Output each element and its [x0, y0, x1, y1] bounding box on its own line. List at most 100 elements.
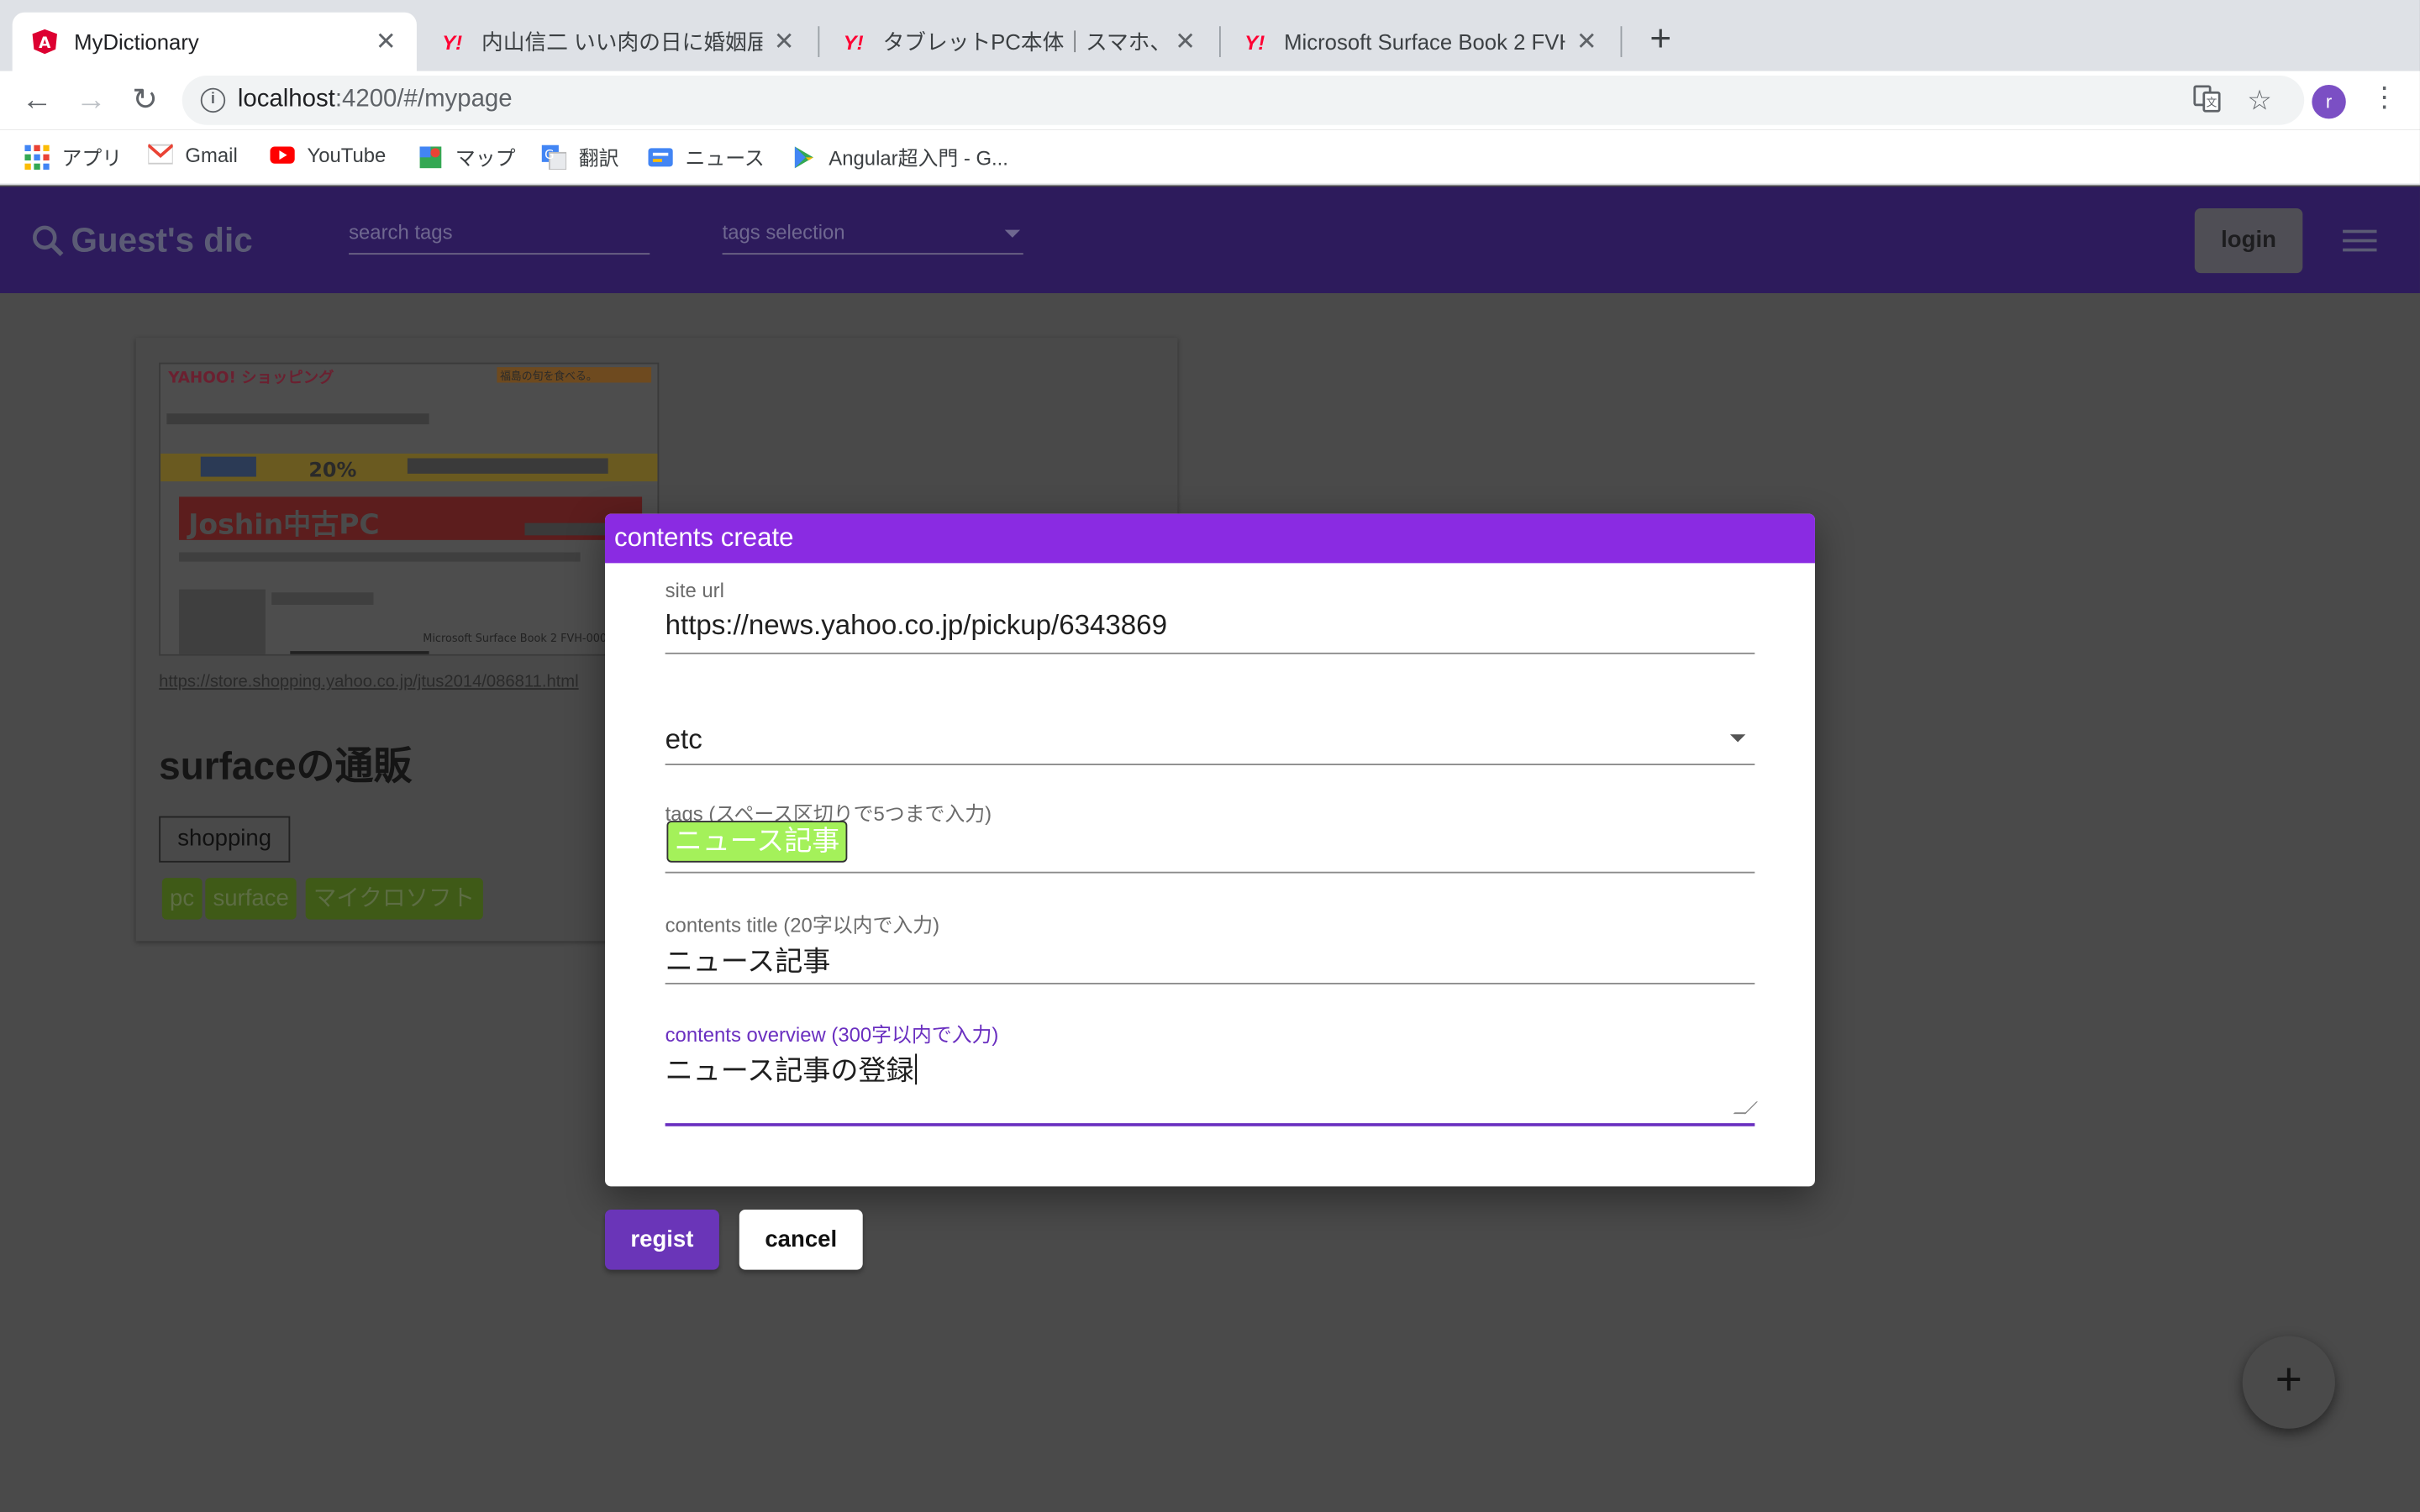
bookmark-star-icon[interactable]: ☆: [2247, 85, 2272, 118]
info-icon[interactable]: i: [200, 87, 226, 113]
browser-tab-2[interactable]: Y! 内山信二 いい肉の日に婚姻届 - Ya ✕: [420, 13, 815, 71]
profile-avatar[interactable]: r: [2312, 85, 2346, 119]
browser-tab-3[interactable]: Y! タブレットPC本体｜スマホ、タブ ✕: [821, 13, 1216, 71]
category-value: etc: [665, 723, 702, 755]
add-content-fab[interactable]: +: [2242, 1336, 2335, 1429]
site-url-label: site url: [665, 578, 724, 602]
bookmark-label: Angular超入門 - G...: [829, 146, 1008, 171]
login-button[interactable]: login: [2194, 207, 2303, 274]
chevron-down-icon: [1004, 229, 1021, 238]
cancel-button[interactable]: cancel: [739, 1209, 863, 1270]
bookmark-label: YouTube: [307, 142, 387, 166]
bookmarks-bar: アプリ Gmail YouTube マップ G 翻訳 ニュース Angular超…: [0, 129, 2420, 186]
bookmark-label: 翻訳: [578, 146, 619, 171]
regist-button[interactable]: regist: [604, 1209, 719, 1270]
field-underline: [665, 871, 1755, 874]
card-site-link[interactable]: https://store.shopping.yahoo.co.jp/jtus2…: [159, 673, 578, 691]
field-underline: [665, 652, 1755, 654]
translate-icon: G: [541, 144, 567, 171]
search-icon: [33, 225, 64, 257]
back-arrow-icon[interactable]: ←: [18, 81, 55, 118]
resize-handle[interactable]: [1733, 1101, 1759, 1115]
text-caret: [915, 1053, 918, 1085]
tags-selection-select[interactable]: tags selection: [722, 221, 1023, 255]
contents-overview-textarea[interactable]: ニュース記事の登録: [666, 1049, 918, 1089]
yahoo-icon: Y!: [442, 29, 463, 54]
card-title: surfaceの通販: [159, 745, 413, 789]
bookmark-translate[interactable]: G 翻訳: [541, 142, 619, 171]
screen: A MyDictionary ✕ Y! 内山信二 いい肉の日に婚姻届 - Ya …: [0, 0, 2420, 1512]
browser-tab-mydictionary[interactable]: A MyDictionary ✕: [12, 12, 417, 71]
bookmark-label: Gmail: [185, 142, 238, 166]
site-url-field[interactable]: site url https://news.yahoo.co.jp/pickup…: [665, 578, 1755, 656]
contents-overview-label: contents overview (300字以内で入力): [665, 1022, 999, 1047]
tab-separator: [818, 26, 820, 57]
bookmark-label: マップ: [455, 146, 516, 171]
contents-overview-field[interactable]: contents overview (300字以内で入力) ニュース記事の登録: [665, 1018, 1759, 1129]
brand[interactable]: Guest's dic: [31, 221, 253, 261]
tag-chip[interactable]: ニュース記事: [666, 821, 848, 863]
url-host: localhost: [237, 86, 335, 113]
news-icon: [648, 144, 673, 169]
browser-tab-4[interactable]: Y! Microsoft Surface Book 2 FVH- ✕: [1223, 13, 1618, 71]
close-icon[interactable]: ✕: [1574, 26, 1598, 57]
tag-chip[interactable]: pc: [161, 878, 203, 920]
brand-title: Guest's dic: [71, 220, 253, 260]
thumb-logo: YAHOO! ショッピング: [167, 369, 334, 387]
chevron-down-icon: [1729, 734, 1746, 743]
url-path: :4200/#/mypage: [334, 86, 513, 113]
angular-icon: A: [31, 28, 59, 55]
tags-field[interactable]: tags (スペース区切りで5つまで入力) ニュース記事: [665, 798, 1755, 875]
yahoo-icon: Y!: [1244, 29, 1265, 54]
thumb-shop: Joshin中古PC: [187, 507, 380, 540]
bookmark-angular[interactable]: Angular超入門 - G...: [792, 142, 1008, 171]
browser-toolbar: ← → ↻ i localhost:4200/#/mypage 文 ☆ r ⋮: [0, 71, 2420, 130]
menu-icon[interactable]: [2343, 229, 2377, 258]
bookmark-label: ニュース: [685, 146, 765, 171]
tab-title: タブレットPC本体｜スマホ、タブ: [882, 29, 1164, 55]
bookmark-label: アプリ: [61, 146, 123, 171]
close-icon[interactable]: ✕: [1173, 26, 1197, 57]
svg-text:G: G: [544, 147, 554, 161]
reload-icon[interactable]: ↻: [127, 81, 164, 118]
search-tags-input[interactable]: search tags: [349, 221, 650, 255]
overview-text: ニュース記事の登録: [665, 1055, 914, 1087]
category-select[interactable]: etc: [665, 714, 1755, 766]
play-store-icon: [792, 144, 816, 169]
address-url[interactable]: localhost:4200/#/mypage: [238, 87, 513, 114]
site-url-input[interactable]: https://news.yahoo.co.jp/pickup/6343869: [666, 609, 1167, 642]
contents-title-input[interactable]: ニュース記事: [666, 940, 831, 980]
tag-chip[interactable]: マイクロソフト: [305, 878, 483, 920]
field-underline: [665, 1123, 1755, 1126]
address-bar[interactable]: i localhost:4200/#/mypage 文 ☆: [182, 75, 2305, 125]
bookmark-youtube[interactable]: YouTube: [270, 142, 386, 166]
bookmark-gmail[interactable]: Gmail: [147, 142, 238, 166]
close-icon[interactable]: ✕: [373, 26, 397, 57]
translate-page-icon[interactable]: 文: [2193, 85, 2221, 120]
gmail-icon: [147, 142, 174, 166]
tab-separator: [1218, 26, 1221, 57]
app-header: Guest's dic search tags tags selection l…: [0, 186, 2420, 293]
contents-title-field[interactable]: contents title (20字以内で入力) ニュース記事: [665, 909, 1755, 986]
tag-chip[interactable]: surface: [205, 878, 297, 920]
bookmark-news[interactable]: ニュース: [648, 142, 765, 171]
thumb-promo: 20%: [308, 459, 356, 482]
forward-arrow-icon[interactable]: →: [72, 81, 109, 118]
new-tab-button[interactable]: +: [1639, 18, 1682, 61]
category-chip[interactable]: shopping: [159, 816, 291, 863]
apps-grid-icon: [24, 144, 50, 170]
tab-separator: [1620, 26, 1623, 57]
site-thumbnail[interactable]: YAHOO! ショッピング 福島の旬を食べる。 20% Joshin中古PC M…: [159, 362, 660, 656]
thumb-banner: 福島の旬を食べる。: [500, 370, 597, 383]
contents-create-dialog: contents create site url https://news.ya…: [604, 513, 1815, 1187]
tab-title: 内山信二 いい肉の日に婚姻届 - Ya: [481, 29, 763, 55]
bookmark-apps[interactable]: アプリ: [24, 142, 122, 171]
browser-tab-strip: A MyDictionary ✕ Y! 内山信二 いい肉の日に婚姻届 - Ya …: [0, 0, 2420, 71]
svg-text:文: 文: [2207, 97, 2217, 110]
close-icon[interactable]: ✕: [771, 26, 796, 57]
dialog-title: contents create: [604, 513, 1815, 564]
tab-title: MyDictionary: [74, 29, 199, 55]
browser-menu-icon[interactable]: ⋮: [2370, 81, 2398, 114]
bookmark-maps[interactable]: マップ: [418, 142, 516, 171]
contents-title-label: contents title (20字以内で入力): [665, 913, 940, 937]
